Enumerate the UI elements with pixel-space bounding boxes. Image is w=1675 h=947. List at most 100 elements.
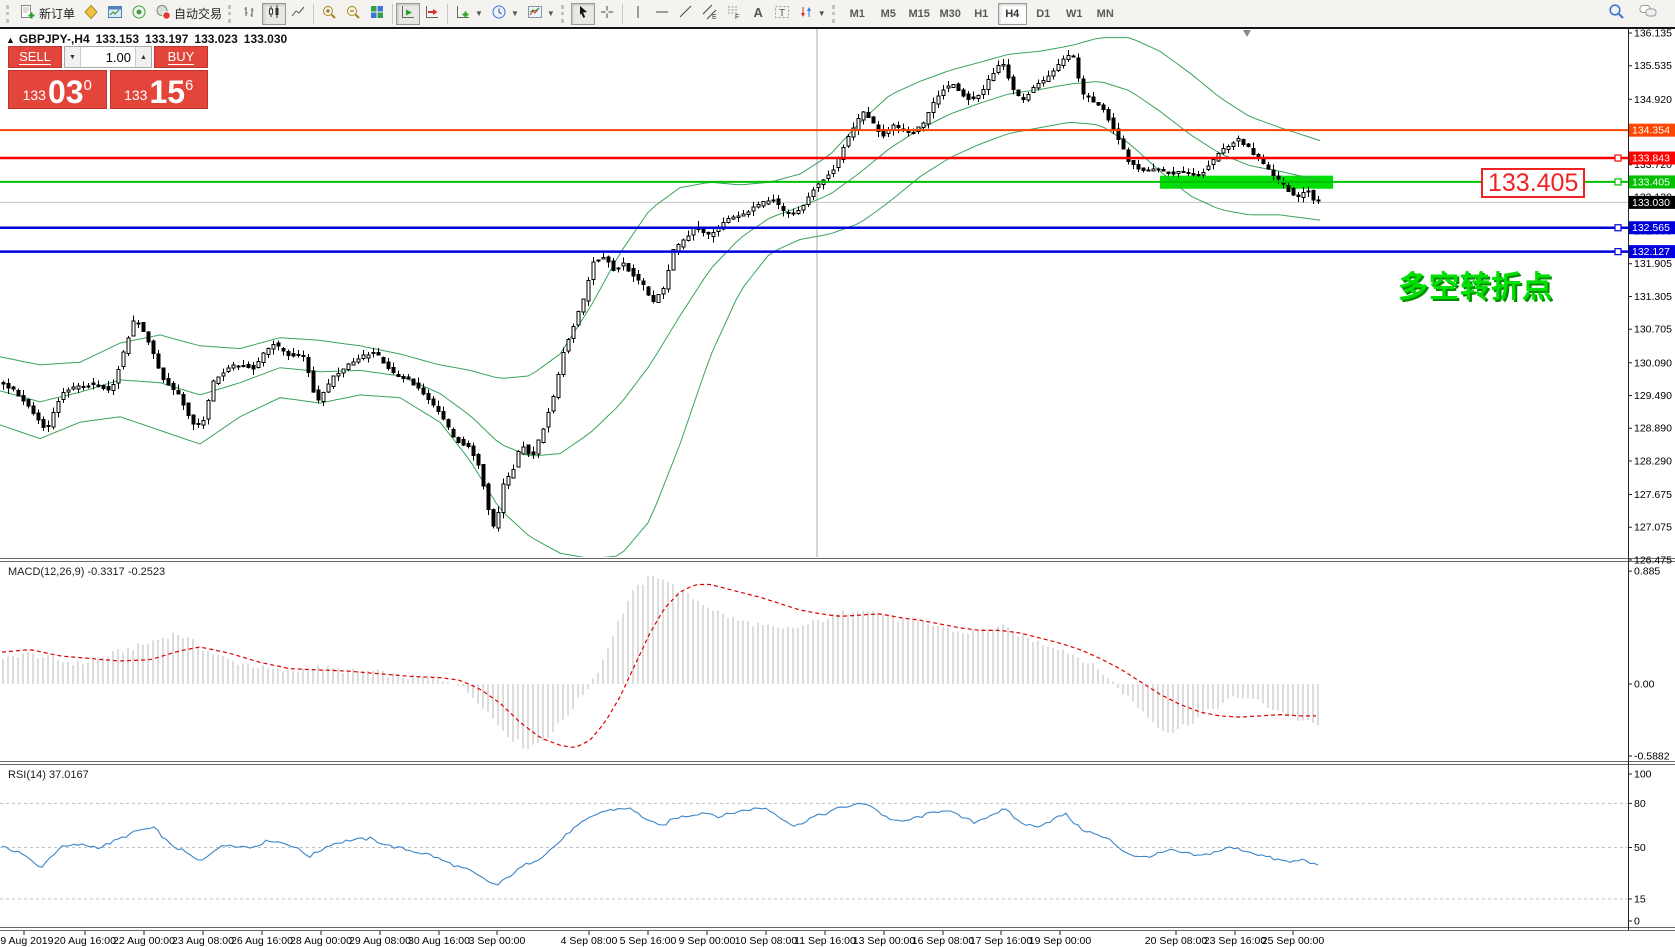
crosshair-tool-button[interactable]	[595, 3, 619, 25]
svg-text:17 Sep 16:00: 17 Sep 16:00	[970, 935, 1033, 947]
macd-axis[interactable]: 0.885 0.00 -0.5882	[1628, 566, 1670, 763]
timeframe-mn[interactable]: MN	[1091, 3, 1120, 25]
timeframe-m1[interactable]: M1	[843, 3, 872, 25]
chart-shift-button[interactable]	[420, 3, 444, 25]
text-label-tool-button[interactable]: T	[770, 3, 794, 25]
bar-chart-button[interactable]	[238, 3, 262, 25]
price-callout[interactable]: 133.405	[1481, 168, 1586, 198]
line-chart-button[interactable]	[286, 3, 310, 25]
trendline-icon	[678, 4, 694, 23]
bollinger-lower-band	[0, 121, 1321, 557]
indicators-button[interactable]: ▼	[451, 3, 487, 25]
fibonacci-tool-button[interactable]: F	[722, 3, 746, 25]
timeframe-h1[interactable]: H1	[967, 3, 996, 25]
cursor-icon	[575, 4, 591, 23]
macd-pane[interactable]	[1, 575, 1319, 749]
candlestick-series[interactable]	[1, 50, 1321, 532]
market-button[interactable]	[79, 3, 103, 25]
sell-price-figure: 133	[22, 87, 46, 103]
toolbar-gripper	[560, 4, 567, 23]
candlestick-chart-button[interactable]	[262, 2, 287, 25]
svg-text:127.075: 127.075	[1634, 522, 1672, 534]
arrows-tool-button[interactable]: ▼	[794, 3, 830, 25]
volume-spinner: ▼ ▲	[64, 46, 152, 68]
toolbar-separator	[313, 3, 315, 24]
svg-text:25 Sep 00:00: 25 Sep 00:00	[1262, 935, 1325, 947]
buy-price-tile[interactable]: 133 15 6	[109, 70, 208, 109]
templates-button[interactable]: ▼	[523, 3, 559, 25]
new-order-button[interactable]: 新订单	[16, 3, 79, 25]
buy-button[interactable]: BUY	[154, 46, 208, 68]
market-icon	[83, 4, 99, 23]
timeframe-w1[interactable]: W1	[1060, 3, 1089, 25]
toolbar-separator	[621, 3, 623, 24]
svg-text:127.675: 127.675	[1634, 489, 1672, 501]
volume-input[interactable]	[81, 47, 135, 67]
periods-clock-icon	[491, 4, 507, 23]
main-price-pane[interactable]	[0, 29, 1628, 558]
rsi-axis[interactable]: 100 80 50 15 0	[1628, 769, 1652, 928]
sell-price-tile[interactable]: 133 03 0	[8, 70, 107, 109]
svg-text:130.090: 130.090	[1634, 357, 1672, 369]
new-chart-button[interactable]	[103, 3, 127, 25]
search-icon[interactable]	[1608, 3, 1625, 25]
toolbar-gripper	[831, 4, 838, 23]
svg-text:20 Aug 16:00: 20 Aug 16:00	[54, 935, 116, 947]
chat-icon[interactable]	[1639, 3, 1659, 24]
line-handle-icon[interactable]	[1614, 224, 1622, 232]
timeframe-d1[interactable]: D1	[1029, 3, 1058, 25]
svg-text:23 Aug 08:00: 23 Aug 08:00	[172, 935, 234, 947]
sell-button[interactable]: SELL	[8, 46, 62, 68]
line-handle-icon[interactable]	[1614, 178, 1622, 186]
horizontal-line-tool-button[interactable]	[650, 3, 674, 25]
svg-text:T: T	[779, 8, 785, 19]
sell-price-pips: 03	[47, 74, 84, 110]
autotrading-button[interactable]: 自动交易	[151, 3, 226, 25]
chart-window[interactable]: 136.135135.535134.920134.335133.720133.1…	[0, 29, 1675, 947]
timeframe-m15[interactable]: M15	[905, 3, 934, 25]
dropdown-caret-icon: ▼	[475, 9, 483, 18]
svg-text:9 Sep 00:00: 9 Sep 00:00	[679, 935, 736, 947]
vertical-line-tool-button[interactable]	[626, 3, 650, 25]
channel-tool-button[interactable]: E	[698, 3, 722, 25]
zoom-in-button[interactable]	[317, 3, 341, 25]
volume-decrease-button[interactable]: ▼	[65, 47, 81, 67]
horizontal-line-icon	[654, 4, 670, 23]
line-handle-icon[interactable]	[1614, 248, 1622, 256]
svg-text:E: E	[712, 14, 717, 20]
toolbar-separator	[447, 3, 449, 24]
autotrading-label: 自动交易	[174, 7, 223, 21]
panel-collapse-icon[interactable]: ▲	[6, 35, 15, 45]
cursor-tool-button[interactable]	[570, 2, 595, 25]
rsi-line	[1, 802, 1319, 886]
timeframe-h4[interactable]: H4	[997, 2, 1027, 25]
chart-shift-marker-icon[interactable]	[1243, 30, 1251, 37]
svg-text:15: 15	[1634, 893, 1646, 905]
trendline-tool-button[interactable]	[674, 3, 698, 25]
rsi-pane[interactable]	[0, 802, 1628, 900]
timeframe-group: M1 M5 M15 M30 H1 H4 D1 W1 MN	[842, 2, 1121, 25]
chart-canvas[interactable]: 136.135135.535134.920134.335133.720133.1…	[0, 29, 1675, 947]
templates-icon	[527, 4, 543, 23]
timeframe-m30[interactable]: M30	[936, 3, 965, 25]
zoom-out-button[interactable]	[341, 3, 365, 25]
svg-text:11 Sep 16:00: 11 Sep 16:00	[794, 935, 856, 947]
toolbar-gripper	[228, 4, 234, 23]
autoscroll-button[interactable]	[396, 2, 421, 25]
time-axis[interactable]: 19 Aug 2019 20 Aug 16:0022 Aug 00:0023 Au…	[0, 931, 1324, 947]
svg-text:133.030: 133.030	[1632, 197, 1670, 209]
periods-button[interactable]: ▼	[487, 3, 523, 25]
tile-windows-button[interactable]	[365, 3, 389, 25]
signals-button[interactable]	[127, 3, 151, 25]
svg-text:132.127: 132.127	[1632, 246, 1670, 258]
timeframe-m5[interactable]: M5	[874, 3, 903, 25]
turning-point-annotation[interactable]: 多空转折点	[1398, 262, 1553, 306]
svg-text:131.905: 131.905	[1634, 258, 1672, 270]
one-click-trading-panel: SELL ▼ ▲ BUY 133030 133156	[8, 46, 208, 109]
price-axis[interactable]: 136.135135.535134.920134.335133.720133.1…	[1628, 29, 1675, 566]
text-icon: A	[750, 4, 766, 23]
text-tool-button[interactable]: A	[746, 3, 770, 25]
line-handle-icon[interactable]	[1614, 154, 1622, 162]
svg-text:50: 50	[1634, 842, 1646, 854]
volume-increase-button[interactable]: ▲	[135, 47, 151, 67]
